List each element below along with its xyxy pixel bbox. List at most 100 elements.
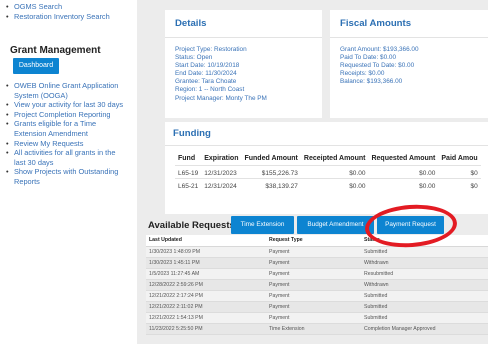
fiscal-divider [330,37,488,38]
funding-col-expiration: Expiration [204,155,239,162]
request-type-cell: Payment [266,246,361,258]
fiscal-amounts-title: Fiscal Amounts [340,18,412,29]
funding-col-requested-amount: Requested Amount [371,155,436,162]
requests-header-row: Last Updated Request Type Status [146,235,488,247]
sidebar-links: OWEB Online Grant Application System (OO… [4,81,128,187]
request-type-cell: Payment [266,301,361,313]
requests-col-status[interactable]: Status [361,235,488,247]
funding-col-paid-amount: Paid Amou [441,155,478,162]
requests-col-request-type[interactable]: Request Type [266,235,361,247]
status-cell: Submitted [361,301,488,313]
request-type-cell: Payment [266,257,361,269]
details-card: Details Project Type: Restoration Status… [165,10,322,118]
requested-to-date: Requested To Date: $0.00 [340,62,415,70]
last-updated-cell: 1/5/2023 11:27:45 AM [146,268,266,280]
sidebar-heading: Grant Management [10,45,101,56]
last-updated-cell: 11/23/2022 5:25:50 PM [146,323,266,335]
sidebar-link-all-activities[interactable]: All activities for all grants in the las… [4,148,128,167]
project-type: Project Type: Restoration [175,46,247,53]
table-row[interactable]: 12/21/2022 2:11:02 PM Payment Submitted [146,301,488,313]
request-type-cell: Time Extension [266,323,361,335]
payment-request-button[interactable]: Payment Request [377,216,444,234]
last-updated-cell: 12/28/2022 2:59:26 PM [146,279,266,291]
sidebar-link-ooga[interactable]: OWEB Online Grant Application System (OO… [4,81,128,100]
available-requests-label: Available Requests: [148,220,238,231]
status-cell: Submitted [361,290,488,302]
table-row[interactable]: 11/23/2022 5:25:50 PM Time Extension Com… [146,323,488,335]
table-row[interactable]: 1/30/2023 1:45:11 PM Payment Withdrawn [146,257,488,269]
paid-amount-cell: $0 [438,165,481,179]
grant-amount: Grant Amount: $193,366.00 [340,46,419,53]
expiration-cell: 12/31/2023 [201,165,242,179]
funding-title: Funding [173,128,211,139]
sidebar-link-project-completion-reporting[interactable]: Project Completion Reporting [4,110,128,120]
funding-divider [165,145,488,146]
fund-cell: L65-19 [175,165,202,179]
last-updated-cell: 12/21/2022 2:11:02 PM [146,301,266,313]
funding-row: L65-21 12/31/2024 $38,139.27 $0.00 $0.00… [175,178,481,192]
funding-table: Fund Expiration Funded Amount Receipted … [175,155,481,192]
last-updated-cell: 12/21/2022 2:17:24 PM [146,290,266,302]
region: Region: 1 -- North Coast [175,86,245,94]
funding-col-funded-amount: Funded Amount [244,155,298,162]
details-title: Details [175,18,207,29]
paid-amount-cell: $0 [438,178,481,192]
funding-row: L65-19 12/31/2023 $155,226.73 $0.00 $0.0… [175,165,481,179]
last-updated-cell: 1/30/2023 1:48:09 PM [146,246,266,258]
receipted-amount-cell: $0.00 [300,178,369,192]
funding-header-row: Fund Expiration Funded Amount Receipted … [175,155,481,166]
table-row[interactable]: 1/5/2023 11:27:45 AM Payment Resubmitted [146,268,488,280]
sidebar: OGMS Search Restoration Inventory Search… [0,0,130,344]
last-updated-cell: 1/30/2023 1:45:11 PM [146,257,266,269]
details-body: Project Type: Restoration Status: Open S… [175,46,267,103]
budget-amendment-button[interactable]: Budget Amendment [297,216,374,234]
status-cell: Withdrawn [361,257,488,269]
status-cell: Submitted [361,246,488,258]
expiration-cell: 12/31/2024 [201,178,242,192]
sidebar-link-ogms-search[interactable]: OGMS Search [4,2,128,12]
start-date: Start Date: 10/19/2018 [175,62,240,70]
fiscal-body: Grant Amount: $193,366.00 Paid To Date: … [340,46,419,86]
balance: Balance: $193,366.00 [340,78,403,86]
sidebar-link-restoration-inventory-search[interactable]: Restoration Inventory Search [4,12,128,22]
dashboard-button[interactable]: Dashboard [13,58,59,74]
funded-amount-cell: $155,226.73 [241,165,301,179]
table-row[interactable]: 1/30/2023 1:48:09 PM Payment Submitted [146,246,488,258]
fiscal-amounts-card: Fiscal Amounts Grant Amount: $193,366.00… [330,10,488,118]
fund-cell: L65-21 [175,178,202,192]
funding-col-receipted-amount: Receipted Amount [303,155,366,162]
time-extension-button[interactable]: Time Extension [231,216,294,234]
status-cell: Completion Manager Approved [361,323,488,335]
sidebar-link-activity-30-days[interactable]: View your activity for last 30 days [4,100,128,110]
table-row[interactable]: 12/21/2022 2:17:24 PM Payment Submitted [146,290,488,302]
table-row[interactable]: 12/21/2022 1:54:13 PM Payment Submitted [146,312,488,324]
status-cell: Submitted [361,312,488,324]
request-type-cell: Payment [266,279,361,291]
requested-amount-cell: $0.00 [368,178,439,192]
table-row[interactable]: 12/28/2022 2:59:26 PM Payment Withdrawn [146,279,488,291]
funding-col-fund: Fund [178,155,196,162]
sidebar-top-links: OGMS Search Restoration Inventory Search [4,2,128,21]
request-type-cell: Payment [266,312,361,324]
requested-amount-cell: $0.00 [368,165,439,179]
paid-to-date: Paid To Date: $0.00 [340,54,397,62]
request-type-cell: Payment [266,268,361,280]
request-type-cell: Payment [266,290,361,302]
last-updated-cell: 12/21/2022 1:54:13 PM [146,312,266,324]
sidebar-link-outstanding-reports[interactable]: Show Projects with Outstanding Reports [4,167,128,186]
sidebar-link-time-extension-eligible[interactable]: Grants eligible for a Time Extension Ame… [4,119,128,138]
details-divider [165,37,322,38]
receipts: Receipts: $0.00 [340,70,385,78]
requests-table: Last Updated Request Type Status 1/30/20… [146,235,488,335]
status-cell: Withdrawn [361,279,488,291]
funding-card: Funding Fund Expiration Funded Amount Re… [165,122,488,214]
sidebar-link-review-my-requests[interactable]: Review My Requests [4,139,128,149]
receipted-amount-cell: $0.00 [300,165,369,179]
status-cell: Resubmitted [361,268,488,280]
project-status: Status: Open [175,54,213,62]
end-date: End Date: 11/30/2024 [175,70,237,78]
project-manager: Project Manager: Monty The PM [175,94,267,102]
grantee: Grantee: Tara Choate [175,78,237,86]
funded-amount-cell: $38,139.27 [241,178,301,192]
requests-col-last-updated[interactable]: Last Updated [146,235,266,247]
